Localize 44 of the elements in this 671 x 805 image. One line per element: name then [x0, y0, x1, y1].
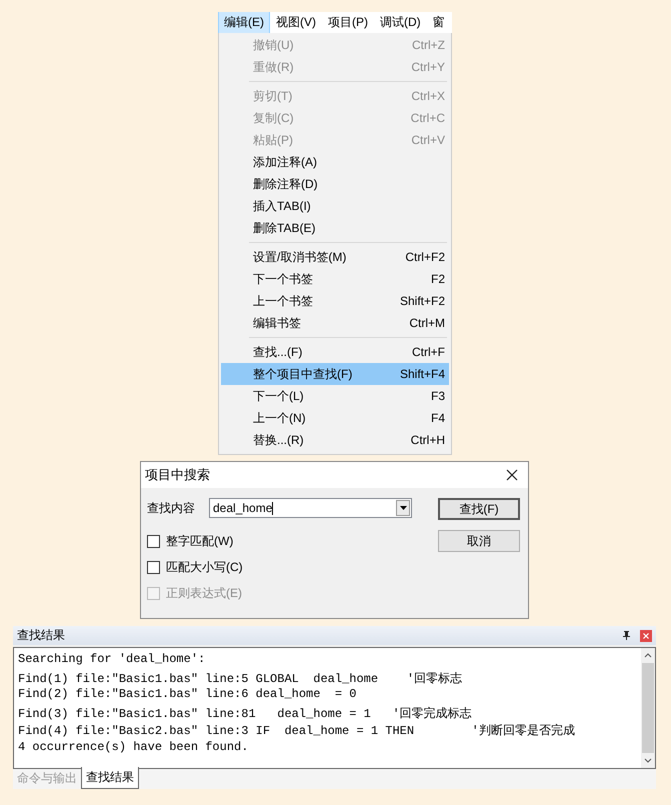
dialog-title: 项目中搜索 [145, 466, 210, 484]
menu-item[interactable]: 删除TAB(E) [221, 217, 449, 239]
dropdown-arrow-icon [400, 506, 406, 510]
find-button[interactable]: 查找(F) [438, 498, 520, 520]
checkbox[interactable] [147, 534, 160, 548]
menu-bar-item[interactable]: 调试(D) [374, 12, 427, 33]
menu-item[interactable]: 编辑书签 Ctrl+M [221, 312, 449, 334]
menu-item[interactable]: 下一个书签 F2 [221, 268, 449, 290]
scroll-down-icon[interactable] [644, 758, 652, 763]
menu-item[interactable]: 下一个(L) F3 [221, 385, 449, 407]
output-line: Find(3) file:"Basic1.bas" line:81 deal_home = 1 '回零完成标志 [18, 706, 473, 722]
menu-item[interactable]: 替换...(R) Ctrl+H [221, 429, 449, 451]
pin-icon[interactable] [623, 631, 630, 640]
menu-item[interactable]: 设置/取消书签(M) Ctrl+F2 [221, 246, 449, 268]
close-icon[interactable] [506, 469, 518, 481]
search-field[interactable]: deal_home [209, 498, 412, 518]
scrollbar[interactable] [641, 648, 655, 768]
output-line: Searching for 'deal_home': [18, 652, 206, 668]
menu-item[interactable]: 查找...(F) Ctrl+F [221, 341, 449, 363]
checkbox-label: 正则表达式(E) [166, 584, 242, 602]
output-line: Find(4) file:"Basic2.bas" line:3 IF deal_home = 1 THEN '判断回零是否完成 [18, 722, 576, 740]
menu-item[interactable]: 添加注释(A) [221, 151, 449, 173]
menu-item[interactable]: 删除注释(D) [221, 173, 449, 195]
dropdown-button[interactable] [396, 500, 410, 516]
menu-bar-item[interactable]: 窗 [426, 12, 451, 33]
output-line: Find(1) file:"Basic1.bas" line:5 GLOBAL deal_home '回零标志 [18, 670, 464, 688]
scroll-thumb[interactable] [642, 663, 654, 753]
menu-item[interactable]: 整个项目中查找(F) Shift+F4 [221, 363, 449, 385]
menu-item[interactable]: 插入TAB(I) [221, 195, 449, 217]
cancel-button[interactable]: 取消 [438, 530, 520, 552]
find-label: 查找内容 [147, 500, 195, 516]
checkbox-label: 整字匹配(W) [166, 532, 234, 550]
panel-tab[interactable]: 查找结果 [81, 767, 139, 789]
menu-bar-item[interactable]: 编辑(E) [218, 12, 270, 33]
menu-bar-item[interactable]: 视图(V) [270, 12, 322, 33]
checkbox-label: 匹配大小写(C) [166, 558, 243, 576]
menu-bar-item[interactable]: 项目(P) [322, 12, 374, 33]
panel-title: 查找结果 [17, 627, 65, 644]
menu-item[interactable]: 上一个书签 Shift+F2 [221, 290, 449, 312]
output-line: 4 occurrence(s) have been found. [18, 740, 250, 756]
output-line: Find(2) file:"Basic1.bas" line:6 deal_home = 0 [18, 687, 358, 704]
scroll-up-icon[interactable] [644, 653, 652, 658]
menu-item[interactable]: 上一个(N) F4 [221, 407, 449, 429]
checkbox[interactable] [147, 560, 160, 574]
